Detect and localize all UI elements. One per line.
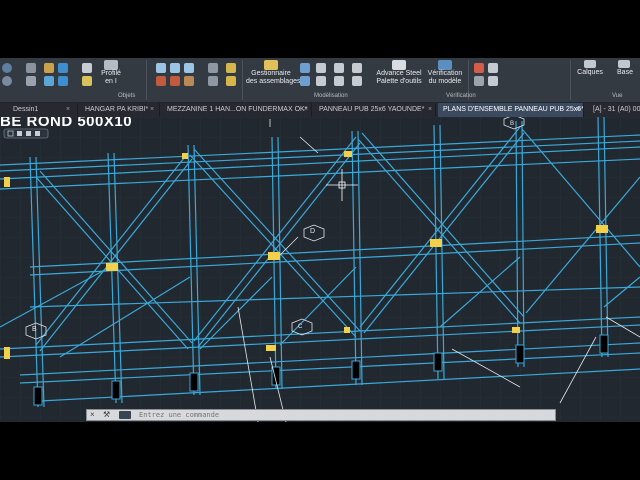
command-prompt-icon	[119, 411, 131, 419]
layers-icon[interactable]	[584, 60, 596, 68]
check-3-icon[interactable]	[488, 63, 498, 73]
close-icon[interactable]: ×	[304, 103, 308, 117]
section-marker-b-2-label: B	[510, 121, 514, 127]
model-check-label-2[interactable]: du modèle	[424, 78, 466, 86]
model-check-icon[interactable]	[438, 60, 452, 70]
view-tools-icon[interactable]	[2, 63, 12, 73]
bolt-icon[interactable]	[82, 63, 92, 73]
tab-panneau-pub-yaounde[interactable]: PANNEAU PUB 25x6 YAOUNDE*	[314, 103, 436, 117]
base-icon[interactable]	[618, 60, 630, 68]
close-icon[interactable]: ×	[576, 103, 580, 117]
ribbon-group-objets[interactable]: Objets	[118, 93, 135, 99]
stair-icon[interactable]	[156, 76, 166, 86]
ribbon-separator	[242, 60, 243, 100]
tab-plans-ensemble[interactable]: PLANS D'ENSEMBLE PANNEAU PUB 25x6*	[438, 103, 584, 117]
drawing-viewport[interactable]: BE ROND 500X10 D B C B	[0, 117, 640, 422]
frame-icon[interactable]	[316, 63, 326, 73]
assembly-manager-label-1[interactable]: Gestionnaire	[246, 70, 296, 78]
advance-steel-palette-icon[interactable]	[392, 60, 406, 70]
beam-small-icon[interactable]	[170, 63, 180, 73]
grid-small-2-icon[interactable]	[208, 76, 218, 86]
house-2-icon[interactable]	[334, 76, 344, 86]
model-check-label-1[interactable]: Vérification	[424, 70, 466, 78]
beam-icon[interactable]	[44, 63, 54, 73]
profile-i-button-label-2[interactable]: en I	[98, 78, 124, 86]
close-icon[interactable]: ×	[90, 410, 95, 420]
base-button-label[interactable]: Base	[612, 69, 638, 77]
tube-icon[interactable]	[58, 76, 68, 86]
assembly-manager-label-2[interactable]: des assemblages	[246, 78, 300, 86]
settings-icon[interactable]	[26, 63, 36, 73]
grid-small-icon[interactable]	[208, 63, 218, 73]
plate-small-icon[interactable]	[184, 63, 194, 73]
close-icon[interactable]: ×	[66, 103, 70, 117]
plate-icon[interactable]	[44, 76, 54, 86]
section-marker-b-label: B	[32, 326, 37, 333]
layers-button-label[interactable]: Calques	[574, 69, 606, 77]
ladder-icon[interactable]	[352, 63, 362, 73]
model-space-canvas[interactable]: D B C B	[0, 117, 640, 422]
command-input[interactable]	[139, 410, 549, 420]
assembly-manager-icon[interactable]	[264, 60, 278, 70]
ladder-2-icon[interactable]	[352, 76, 362, 86]
section-marker-c-label: C	[298, 324, 303, 330]
cut-icon[interactable]	[170, 76, 180, 86]
close-icon[interactable]: ×	[150, 103, 154, 117]
tab-mezzanine[interactable]: MEZZANINE 1 HAN...ON FUNDERMAX OK*	[162, 103, 312, 117]
house-icon[interactable]	[334, 63, 344, 73]
ribbon-separator	[570, 60, 571, 100]
command-line-bar[interactable]: × ⚒	[86, 409, 556, 421]
column-icon[interactable]	[58, 63, 68, 73]
split-icon[interactable]	[184, 76, 194, 86]
advance-steel-palette-label-2[interactable]: Palette d'outils	[374, 78, 424, 86]
ribbon-group-verification[interactable]: Vérification	[446, 93, 476, 99]
check-4-icon[interactable]	[488, 76, 498, 86]
close-icon[interactable]: ×	[428, 103, 432, 117]
tab-layout-a31[interactable]: [A] - 31 (A0) 00	[588, 103, 640, 117]
frame-2-icon[interactable]	[316, 76, 326, 86]
drawing-title-text: BE ROND 500X10	[0, 117, 133, 130]
section-marker-d-label: D	[310, 228, 315, 235]
structure-2-icon[interactable]	[300, 76, 310, 86]
check-icon[interactable]	[474, 63, 484, 73]
viewcube-mini[interactable]	[3, 128, 49, 139]
anchor-icon[interactable]	[156, 63, 166, 73]
grid-icon[interactable]	[26, 76, 36, 86]
check-2-icon[interactable]	[474, 76, 484, 86]
letterbox-top	[0, 0, 640, 58]
ribbon-separator	[146, 60, 147, 100]
document-tab-bar: Dessin1 × HANGAR PA KRIBI* × MEZZANINE 1…	[0, 103, 640, 117]
connection-2-icon[interactable]	[226, 76, 236, 86]
weld-icon[interactable]	[82, 76, 92, 86]
advance-steel-palette-label-1[interactable]: Advance Steel	[374, 70, 424, 78]
profile-i-button-label-1[interactable]: Profilé	[98, 70, 124, 78]
wrench-icon[interactable]: ⚒	[103, 410, 110, 420]
profile-i-icon[interactable]	[104, 60, 118, 70]
letterbox-bottom	[0, 422, 640, 480]
rotate-icon[interactable]	[2, 76, 12, 86]
structure-icon[interactable]	[300, 63, 310, 73]
tab-hangar-pa-kribi[interactable]: HANGAR PA KRIBI*	[80, 103, 160, 117]
ribbon-group-vue[interactable]: Vue	[612, 93, 622, 99]
ribbon-group-modelisation[interactable]: Modélisation	[314, 93, 348, 99]
connection-icon[interactable]	[226, 63, 236, 73]
